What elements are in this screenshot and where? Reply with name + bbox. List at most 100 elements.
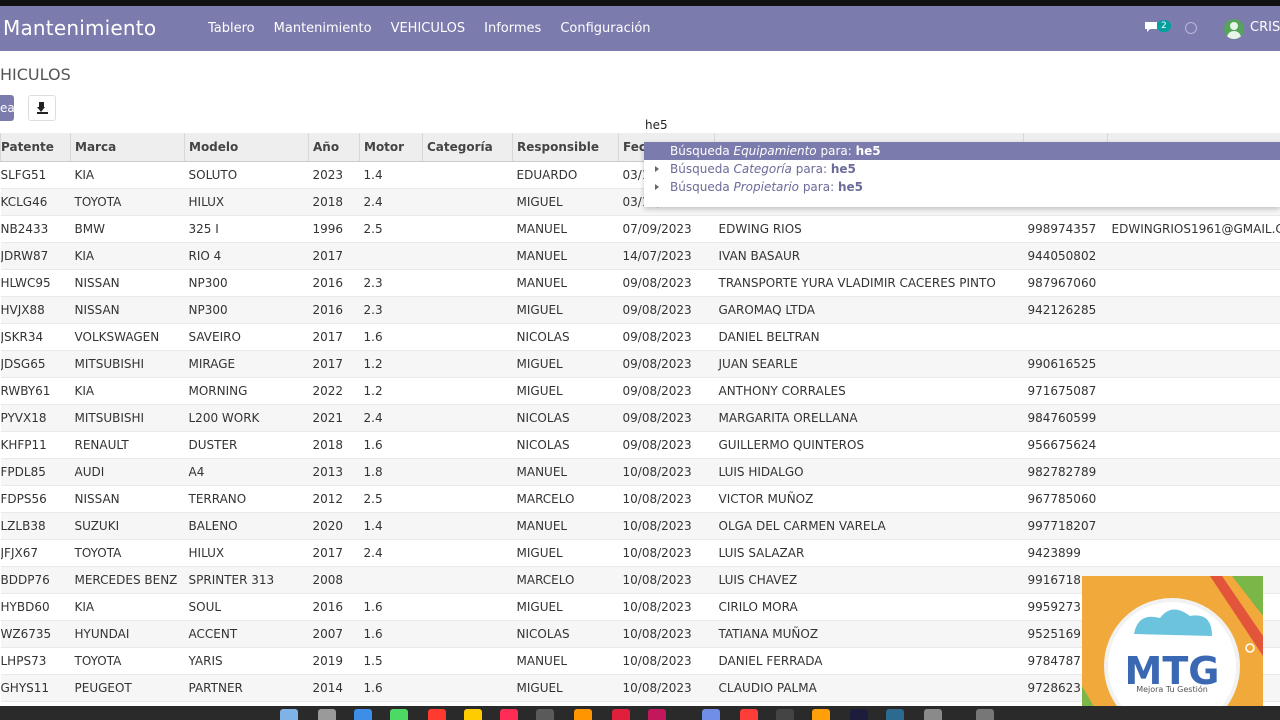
table-row[interactable]: HLWC95 NISSAN NP300 2016 2.3 MANUEL 09/08/2023… <box>0 269 1280 297</box>
col-patente[interactable]: Patente <box>0 133 71 162</box>
menu-configuracion[interactable]: Configuración <box>560 21 650 36</box>
dock-app-icon[interactable] <box>574 709 592 720</box>
dock-app-icon[interactable] <box>776 709 794 720</box>
table-row[interactable]: JDRW87 KIA RIO 4 2017 MANUEL 14/07/2023 IVAN B… <box>0 242 1280 270</box>
cell-responsible: NICOLAS <box>512 404 619 432</box>
cell-responsible: MIGUEL <box>512 593 619 621</box>
cell-responsible: MANUEL <box>512 458 619 486</box>
cell-marca: PEUGEOT <box>70 674 185 702</box>
col-modelo[interactable]: Modelo <box>184 133 309 162</box>
cell-fecha: 10/08/2023 <box>618 620 715 648</box>
cell-ano: 2013 <box>308 458 360 486</box>
table-row[interactable]: HVJX88 NISSAN NP300 2016 2.3 MIGUEL 09/08/2023… <box>0 296 1280 324</box>
cell-ano: 2008 <box>308 566 360 594</box>
cell-fecha: 10/08/2023 <box>618 593 715 621</box>
table-row[interactable]: NB2433 BMW 325 I 1996 2.5 MANUEL 07/09/2023 EDW… <box>0 215 1280 243</box>
col-motor[interactable]: Motor <box>359 133 423 162</box>
cell-motor: 2.4 <box>359 539 423 567</box>
cell-categoria <box>422 593 513 621</box>
cell-patente: HVJX88 <box>0 296 71 324</box>
cell-categoria <box>422 215 513 243</box>
cell-modelo: SOLUTO <box>184 161 309 189</box>
cell-ano: 2018 <box>308 188 360 216</box>
suggestion-equipamiento[interactable]: Búsqueda Equipamiento para: he5 <box>644 142 1280 160</box>
cell-motor: 2.5 <box>359 215 423 243</box>
dock-app-icon[interactable] <box>500 709 518 720</box>
cell-fecha: 10/08/2023 <box>618 485 715 513</box>
chat-count-badge: 2 <box>1157 20 1171 32</box>
cell-ano: 2016 <box>308 296 360 324</box>
suggestion-categoria[interactable]: Búsqueda Categoría para: he5 <box>644 160 1280 178</box>
cell-marca: MERCEDES BENZ <box>70 566 185 594</box>
table-row[interactable]: JFJX67 TOYOTA HILUX 2017 2.4 MIGUEL 10/08/2023… <box>0 539 1280 567</box>
cell-ano: 2007 <box>308 620 360 648</box>
cell-motor: 1.6 <box>359 431 423 459</box>
menu-tablero[interactable]: Tablero <box>208 21 255 36</box>
cell-responsible: MIGUEL <box>512 350 619 378</box>
table-row[interactable]: LZLB38 SUZUKI BALENO 2020 1.4 MANUEL 10/08/202… <box>0 512 1280 540</box>
dock-app-icon[interactable] <box>924 709 942 720</box>
dock-app-icon[interactable] <box>850 709 868 720</box>
download-button[interactable] <box>28 95 56 121</box>
dock-app-icon[interactable] <box>536 709 554 720</box>
menu-informes[interactable]: Informes <box>484 21 541 36</box>
expand-caret-icon[interactable] <box>655 184 659 190</box>
table-row[interactable]: JDSG65 MITSUBISHI MIRAGE 2017 1.2 MIGUEL 09/08… <box>0 350 1280 378</box>
table-row[interactable]: PYVX18 MITSUBISHI L200 WORK 2021 2.4 NICOLAS 0… <box>0 404 1280 432</box>
cell-responsible: MARCELO <box>512 485 619 513</box>
cell-ano: 2017 <box>308 350 360 378</box>
cell-responsible: MANUEL <box>512 242 619 270</box>
table-row[interactable]: RWBY61 KIA MORNING 2022 1.2 MIGUEL 09/08/2023 A… <box>0 377 1280 405</box>
cell-patente: WZ6735 <box>0 620 71 648</box>
expand-caret-icon[interactable] <box>655 166 659 172</box>
menu-mantenimiento[interactable]: Mantenimiento <box>274 21 372 36</box>
table-row[interactable]: FPDL85 AUDI A4 2013 1.8 MANUEL 10/08/2023 LUIS … <box>0 458 1280 486</box>
cell-ano: 2023 <box>308 161 360 189</box>
dock-app-icon[interactable] <box>428 709 446 720</box>
cell-ano: 2018 <box>308 431 360 459</box>
cell-telefono: 982782789 <box>1023 458 1108 486</box>
dock-app-icon[interactable] <box>886 709 904 720</box>
cell-propietario: LUIS HIDALGO <box>714 458 1024 486</box>
table-row[interactable]: JSKR34 VOLKSWAGEN SAVEIRO 2017 1.6 NICOLAS 09/… <box>0 323 1280 351</box>
menu-vehiculos[interactable]: VEHICULOS <box>391 21 466 36</box>
create-button[interactable]: ear <box>0 95 14 121</box>
col-categoria[interactable]: Categoría <box>422 133 513 162</box>
cell-motor: 1.5 <box>359 647 423 675</box>
dock-app-icon[interactable] <box>318 709 336 720</box>
table-row[interactable]: KHFP11 RENAULT DUSTER 2018 1.6 NICOLAS 09/08/2… <box>0 431 1280 459</box>
suggestion-propietario[interactable]: Búsqueda Propietario para: he5 <box>644 178 1280 196</box>
cell-fecha: 10/08/2023 <box>618 674 715 702</box>
cell-telefono: 984760599 <box>1023 404 1108 432</box>
table-row[interactable]: FDPS56 NISSAN TERRANO 2012 2.5 MARCELO 10/08/2… <box>0 485 1280 513</box>
dock-app-icon[interactable] <box>390 709 408 720</box>
cell-motor: 1.2 <box>359 377 423 405</box>
dock-app-icon[interactable] <box>464 709 482 720</box>
dock-app-icon[interactable] <box>648 709 666 720</box>
dock-app-icon[interactable] <box>740 709 758 720</box>
col-ano[interactable]: Año <box>308 133 360 162</box>
cell-marca: KIA <box>70 161 185 189</box>
cell-motor: 1.6 <box>359 593 423 621</box>
dock-app-icon[interactable] <box>812 709 830 720</box>
cell-categoria <box>422 242 513 270</box>
cell-email <box>1107 485 1280 513</box>
user-name[interactable]: CRIST <box>1250 20 1280 35</box>
cell-propietario: LUIS SALAZAR <box>714 539 1024 567</box>
app-brand[interactable]: Mantenimiento <box>3 16 156 40</box>
col-responsible[interactable]: Responsible <box>512 133 619 162</box>
dock-app-icon[interactable] <box>354 709 372 720</box>
dock-app-icon[interactable] <box>612 709 630 720</box>
col-marca[interactable]: Marca <box>70 133 185 162</box>
dock-app-icon[interactable] <box>702 709 720 720</box>
mtg-watermark-logo: MTG Mejora Tu Gestión <box>1082 576 1263 706</box>
user-avatar[interactable] <box>1224 19 1244 39</box>
cell-motor <box>359 566 423 594</box>
cell-telefono: 9423899 <box>1023 539 1108 567</box>
dock-app-icon[interactable] <box>280 709 298 720</box>
chat-icon[interactable] <box>1144 21 1158 33</box>
dock-app-icon[interactable] <box>976 709 994 720</box>
cell-email <box>1107 512 1280 540</box>
activity-clock-icon[interactable] <box>1185 22 1197 34</box>
cell-marca: KIA <box>70 377 185 405</box>
